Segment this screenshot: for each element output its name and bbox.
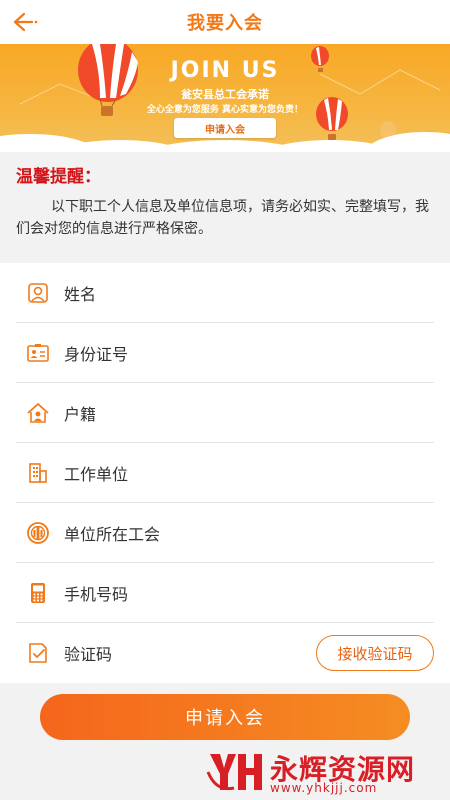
user-card-icon xyxy=(24,279,52,307)
house-icon xyxy=(24,399,52,427)
notice-title: 温馨提醒： xyxy=(16,167,101,187)
watermark: 永辉资源网 www.yhkjjj.com xyxy=(200,740,450,800)
workplace-label: 工作单位 xyxy=(64,464,129,484)
notice-text: 以下职工个人信息及单位信息项，请务必如实、完整填写，我们会对您的信息进行严格保密… xyxy=(16,199,429,237)
apply-submit-button[interactable]: 申请入会 xyxy=(40,694,410,740)
back-button[interactable] xyxy=(12,8,52,36)
join-banner[interactable]: JOIN US 瓮安县总工会承诺 全心全意为您服务 真心实意为您负责！ 申请入会 xyxy=(0,44,450,152)
workplace-field[interactable]: 工作单位 xyxy=(16,443,434,503)
phone-icon xyxy=(24,579,52,607)
checklist-icon xyxy=(24,639,52,667)
banner-apply-button[interactable]: 申请入会 xyxy=(174,118,276,138)
member-form: 姓名 身份证号 户籍 工作单位 单位所在工会 手机号码 验证码 接收验证码 xyxy=(0,263,450,683)
get-code-button[interactable]: 接收验证码 xyxy=(316,635,434,671)
top-bar: 我要入会 xyxy=(0,0,450,44)
verify-code-field[interactable]: 验证码 接收验证码 xyxy=(16,623,434,683)
page-title: 我要入会 xyxy=(187,13,263,34)
id-number-label: 身份证号 xyxy=(64,344,129,364)
phone-field[interactable]: 手机号码 xyxy=(16,563,434,623)
phone-label: 手机号码 xyxy=(64,584,129,604)
household-label: 户籍 xyxy=(64,404,97,424)
union-field[interactable]: 单位所在工会 xyxy=(16,503,434,563)
id-card-icon xyxy=(24,339,52,367)
watermark-logo xyxy=(206,754,262,791)
building-icon xyxy=(24,459,52,487)
banner-headline: JOIN US xyxy=(170,58,280,83)
watermark-url: www.yhkjjj.com xyxy=(270,781,378,795)
banner-promise: 瓮安县总工会承诺 xyxy=(181,88,269,101)
union-label: 单位所在工会 xyxy=(64,524,161,544)
id-number-field[interactable]: 身份证号 xyxy=(16,323,434,383)
name-field[interactable]: 姓名 xyxy=(16,263,434,323)
union-emblem-icon xyxy=(24,519,52,547)
banner-slogan: 全心全意为您服务 真心实意为您负责！ xyxy=(146,105,304,115)
verify-code-label: 验证码 xyxy=(64,645,113,664)
name-label: 姓名 xyxy=(64,284,97,304)
back-arrow-icon xyxy=(13,12,38,32)
notice-section: 温馨提醒： 以下职工个人信息及单位信息项，请务必如实、完整填写，我们会对您的信息… xyxy=(0,152,450,263)
household-field[interactable]: 户籍 xyxy=(16,383,434,443)
